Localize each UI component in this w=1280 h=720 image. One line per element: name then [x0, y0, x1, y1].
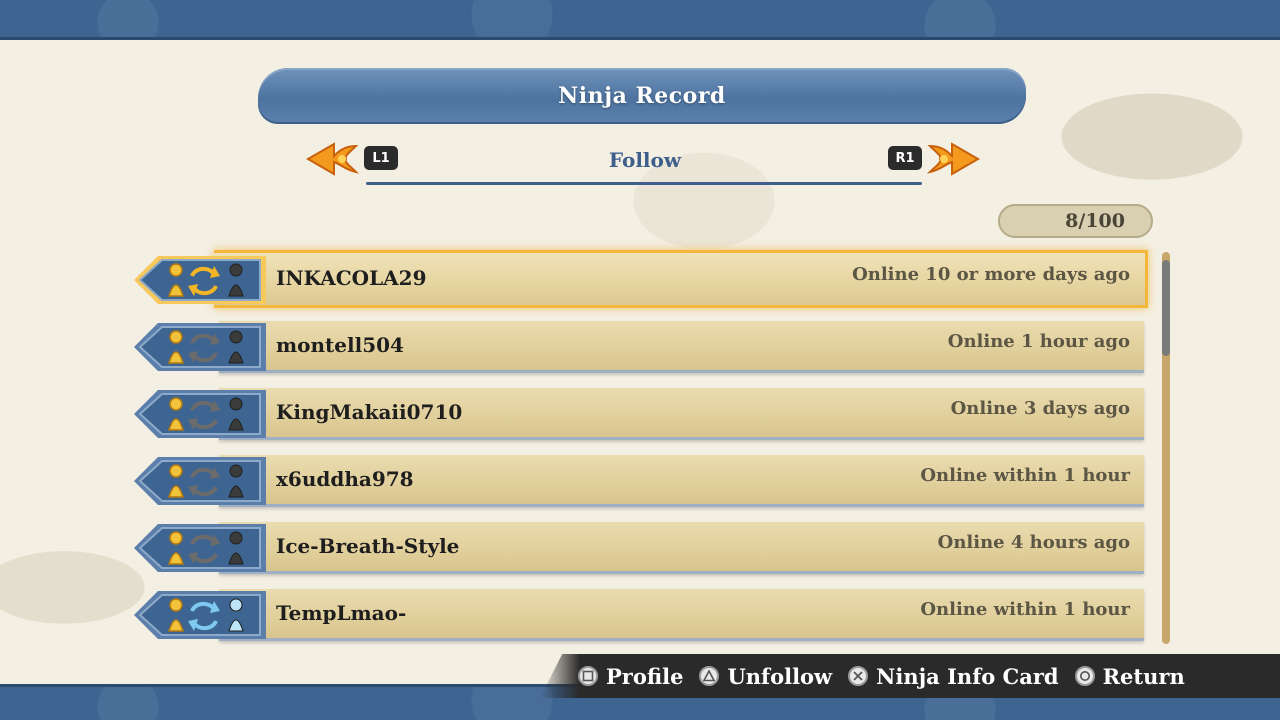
hint-return[interactable]: Return [1074, 663, 1185, 689]
follow-count-badge: 8/100 [998, 204, 1153, 238]
hint-label: Return [1102, 663, 1185, 689]
title-banner: Ninja Record [258, 68, 1026, 124]
relationship-emblem [134, 390, 266, 438]
hint-label: Ninja Info Card [876, 663, 1059, 689]
relationship-emblem [134, 457, 266, 505]
online-status: Online 10 or more days ago [852, 264, 1130, 285]
triangle-button-icon [699, 666, 720, 686]
player-name: INKACOLA29 [276, 266, 427, 290]
circle-button-icon [1074, 666, 1095, 686]
list-item[interactable]: INKACOLA29 Online 10 or more days ago [124, 248, 1148, 310]
r1-button-icon[interactable]: R1 [888, 146, 922, 170]
player-name: Ice-Breath-Style [276, 534, 460, 558]
top-border-band [0, 0, 1280, 40]
player-name: x6uddha978 [276, 467, 414, 491]
online-status: Online 1 hour ago [947, 331, 1130, 352]
button-hints-bar: Profile Unfollow Ninja Info Card Return [540, 654, 1280, 698]
hint-label: Profile [606, 663, 684, 689]
relationship-emblem [134, 591, 266, 639]
square-button-icon [578, 666, 598, 686]
relationship-emblem [134, 323, 266, 371]
cross-button-icon [848, 666, 869, 686]
tab-underline [366, 182, 922, 185]
scrollbar-thumb[interactable] [1162, 260, 1170, 356]
player-name: KingMakaii0710 [276, 400, 463, 424]
follow-list: INKACOLA29 Online 10 or more days ago mo… [124, 248, 1154, 648]
list-item[interactable]: Ice-Breath-Style Online 4 hours ago [124, 516, 1148, 578]
online-status: Online within 1 hour [920, 465, 1130, 486]
page-title: Ninja Record [558, 83, 726, 109]
hint-unfollow[interactable]: Unfollow [699, 664, 832, 689]
online-status: Online 3 days ago [950, 398, 1130, 419]
list-item[interactable]: montell504 Online 1 hour ago [124, 315, 1148, 377]
tab-follow[interactable]: Follow [300, 148, 990, 172]
online-status: Online within 1 hour [920, 599, 1130, 620]
player-name: TempLmao- [276, 601, 407, 625]
hint-label: Unfollow [727, 663, 833, 689]
player-name: montell504 [276, 333, 404, 357]
next-tab-arrow-icon[interactable] [926, 134, 982, 184]
list-item[interactable]: TempLmao- Online within 1 hour [124, 583, 1148, 645]
online-status: Online 4 hours ago [937, 532, 1130, 553]
tab-switcher: L1 Follow R1 [300, 128, 990, 192]
scrollbar[interactable] [1162, 252, 1170, 644]
list-item[interactable]: KingMakaii0710 Online 3 days ago [124, 382, 1148, 444]
hint-ninja-info-card[interactable]: Ninja Info Card [848, 663, 1059, 689]
relationship-emblem [134, 256, 266, 304]
hint-profile[interactable]: Profile [578, 664, 683, 689]
relationship-emblem [134, 524, 266, 572]
list-item[interactable]: x6uddha978 Online within 1 hour [124, 449, 1148, 511]
